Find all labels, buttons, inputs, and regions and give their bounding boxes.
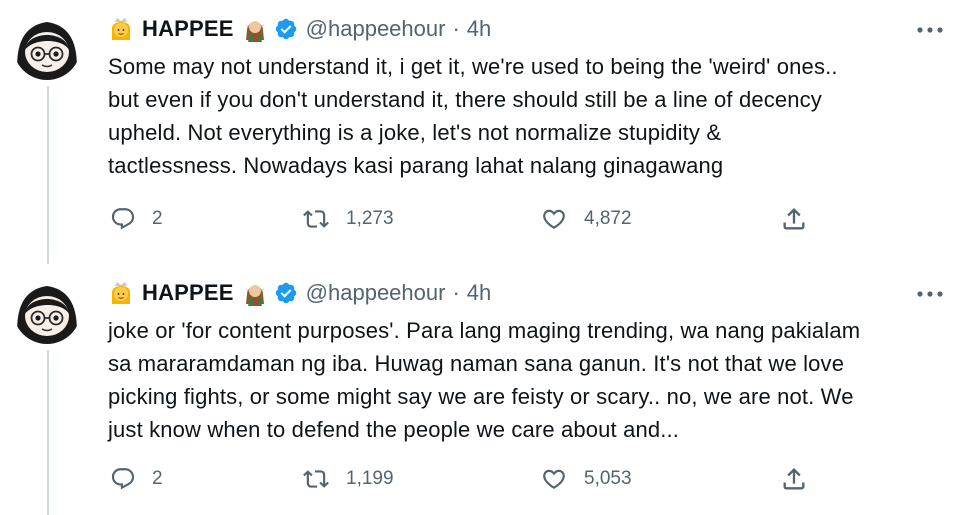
- like-count: 5,053: [584, 468, 632, 489]
- reply-button[interactable]: 2: [110, 466, 163, 492]
- share-icon: [780, 465, 808, 493]
- display-name[interactable]: HAPPEE: [142, 280, 234, 306]
- like-icon: [540, 206, 568, 232]
- tweet-header: HAPPEE @happeehour · 4h: [108, 14, 491, 44]
- reply-count: 2: [152, 468, 163, 489]
- timestamp[interactable]: 4h: [467, 280, 491, 306]
- tweet-text: joke or 'for content purposes'. Para lan…: [108, 318, 861, 442]
- share-button[interactable]: [780, 205, 808, 233]
- like-button[interactable]: 4,872: [540, 206, 632, 232]
- retweet-button[interactable]: 1,273: [302, 206, 394, 232]
- avatar[interactable]: [13, 276, 81, 344]
- woman-elf-emoji-icon: [242, 16, 268, 42]
- reply-icon: [110, 466, 136, 492]
- retweet-count: 1,199: [346, 468, 394, 489]
- reply-count: 2: [152, 208, 163, 229]
- retweet-button[interactable]: 1,199: [302, 466, 394, 492]
- share-icon: [780, 205, 808, 233]
- woman-elf-emoji-icon: [242, 280, 268, 306]
- verified-badge-icon: [274, 281, 298, 305]
- avatar[interactable]: [13, 12, 81, 80]
- handle[interactable]: @happeehour: [306, 16, 446, 42]
- like-button[interactable]: 5,053: [540, 466, 632, 492]
- share-button[interactable]: [780, 465, 808, 493]
- separator-dot: ·: [452, 16, 460, 41]
- handle[interactable]: @happeehour: [306, 280, 446, 306]
- retweet-icon: [302, 206, 330, 232]
- retweet-count: 1,273: [346, 208, 394, 229]
- more-options-icon[interactable]: [915, 20, 945, 40]
- verified-badge-icon: [274, 17, 298, 41]
- timestamp[interactable]: 4h: [467, 16, 491, 42]
- retweet-icon: [302, 466, 330, 492]
- tweet-text: Some may not understand it, i get it, we…: [108, 54, 838, 178]
- more-options-icon[interactable]: [915, 284, 945, 304]
- tweet[interactable]: HAPPEE @happeehour · 4h Some may not und…: [0, 0, 960, 262]
- princess-emoji-icon: [108, 16, 134, 42]
- reply-icon: [110, 206, 136, 232]
- display-name[interactable]: HAPPEE: [142, 16, 234, 42]
- like-icon: [540, 466, 568, 492]
- separator-dot: ·: [452, 280, 460, 305]
- tweet[interactable]: HAPPEE @happeehour · 4h joke or 'for con…: [0, 264, 960, 515]
- like-count: 4,872: [584, 208, 632, 229]
- reply-button[interactable]: 2: [110, 206, 163, 232]
- tweet-header: HAPPEE @happeehour · 4h: [108, 278, 491, 308]
- princess-emoji-icon: [108, 280, 134, 306]
